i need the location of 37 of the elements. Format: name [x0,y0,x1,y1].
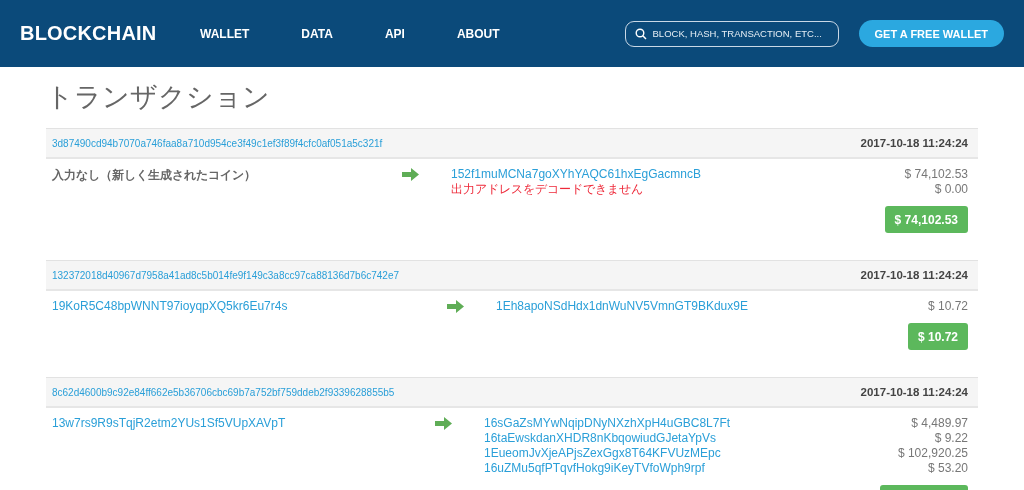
input-note: 入力なし（新しく生成されたコイン） [52,167,257,184]
output-address-link[interactable]: 1EueomJvXjeAPjsZexGgx8T64KFVUzMEpc [484,446,880,461]
output-address-link[interactable]: 16sGaZsMYwNqipDNyNXzhXpH4uGBC8L7Ft [484,416,880,431]
transaction-time: 2017-10-18 11:24:24 [860,386,968,398]
transaction-time: 2017-10-18 11:24:24 [860,269,968,281]
arrow-right-icon [447,300,464,313]
output-amount: $ 53.20 [927,461,968,476]
output-address-link[interactable]: 16taEwskdanXHDR8nKbqowiudGJetaYpVs [484,431,880,446]
total-amount-button[interactable]: $ 74,102.53 [884,206,968,233]
logo[interactable]: BLOCKCHAIN [20,22,200,45]
transaction-hash-link[interactable]: 132372018d40967d7958a41ad8c5b014fe9f149c3a8cc97ca88136d7b6c742e7 [52,269,399,281]
output-address-link[interactable]: 16uZMu5qfPTqvfHokg9iKeyTVfoWph9rpf [484,461,880,476]
output-amount: $ 0.00 [934,182,968,197]
page-title: トランザクション [46,81,271,113]
transaction-hash-link[interactable]: 3d87490cd94b7070a746faa8a710d954ce3f49c1ef3f89f4cfc0af051a5c321f [52,137,383,149]
nav-link[interactable]: DATA [301,26,333,41]
output-address-link[interactable]: 152f1muMCNa7goXYhYAQC61hxEgGacmncB [451,167,885,182]
output-amount: $ 102,920.25 [897,446,968,461]
input-address-link[interactable]: 19KoR5C48bpWNNT97ioyqpXQ5kr6Eu7r4s [52,299,447,314]
decode-error-text: 出力アドレスをデコードできません [451,182,644,197]
search-field[interactable]: BLOCK, HASH, TRANSACTION, ETC... [624,20,839,47]
output-amount: $ 74,102.53 [904,167,968,182]
output-amount: $ 10.72 [927,299,968,314]
total-amount-button[interactable]: $ 10.72 [907,323,968,350]
output-amount: $ 9.22 [934,431,968,446]
input-address-link[interactable]: 13w7rs9R9sTqjR2etm2YUs1Sf5VUpXAVpT [52,416,435,431]
output-address-link[interactable]: 1Eh8apoNSdHdx1dnWuNV5VmnGT9BKdux9E [496,299,908,314]
nav-link[interactable]: API [384,26,405,41]
output-amount: $ 4,489.97 [911,416,968,431]
get-wallet-button[interactable]: GET A FREE WALLET [858,20,1004,47]
transaction-hash-link[interactable]: 8c62d4600b9c92e84ff662e5b36706cbc69b7a752bf759ddeb2f9339628855b5 [52,386,395,398]
nav-link[interactable]: WALLET [200,26,250,41]
nav-link[interactable]: ABOUT [456,26,500,41]
arrow-right-icon [435,417,452,430]
transaction-time: 2017-10-18 11:24:24 [860,137,968,149]
search-icon [634,27,647,40]
arrow-right-icon [402,168,419,181]
